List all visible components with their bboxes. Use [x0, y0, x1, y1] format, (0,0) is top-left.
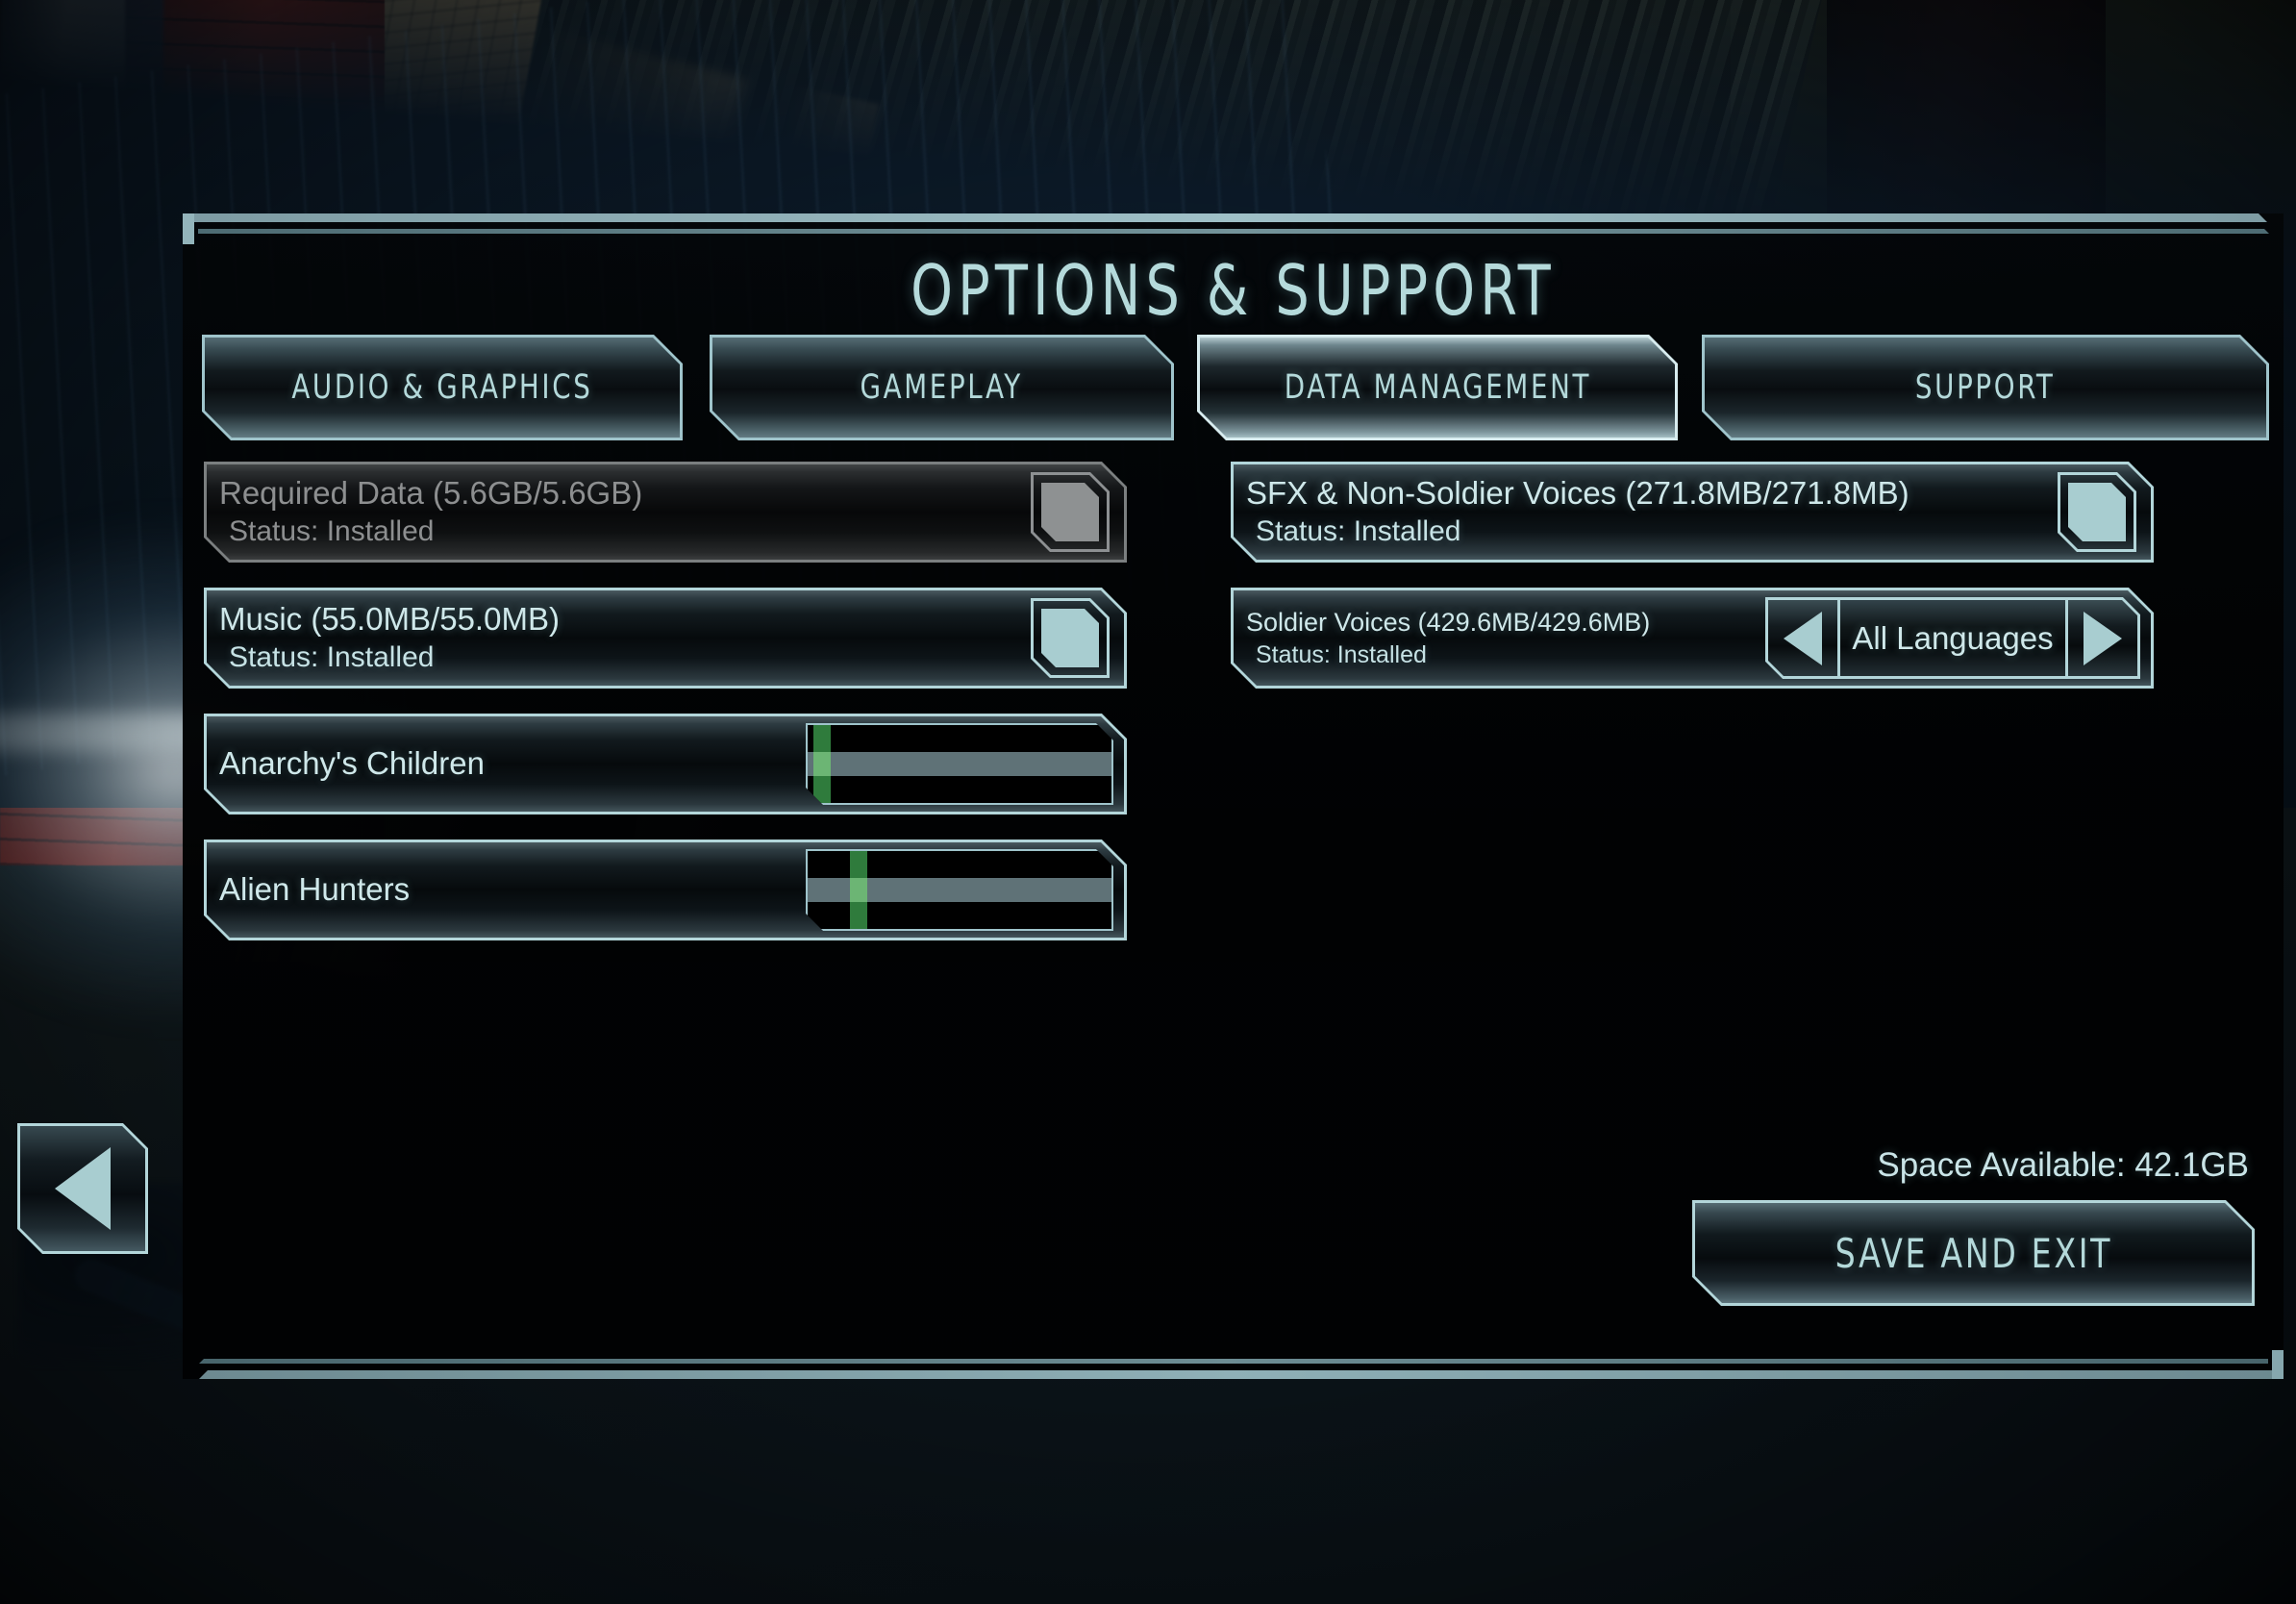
panel-frame-bottom-right-cap [2272, 1350, 2284, 1379]
row-text: Required Data (5.6GB/5.6GB) Status: Inst… [204, 473, 642, 551]
list-item-anarchys-children[interactable]: Anarchy's Children [204, 714, 1127, 815]
tab-label: AUDIO & GRAPHICS [291, 368, 593, 407]
language-value-label: All Languages [1852, 619, 2054, 656]
list-item-music[interactable]: Music (55.0MB/55.0MB) Status: Installed [204, 588, 1127, 689]
row-text: Anarchy's Children [204, 743, 485, 784]
language-stepper: All Languages [1765, 597, 2140, 679]
progress-band [808, 752, 1111, 777]
tab-label: DATA MANAGEMENT [1284, 368, 1591, 407]
back-button[interactable] [17, 1123, 148, 1254]
row-title: Required Data (5.6GB/5.6GB) [219, 475, 643, 512]
progress-marker [850, 851, 867, 929]
tab-bar: AUDIO & GRAPHICS GAMEPLAY DATA MANAGEMEN… [202, 335, 2269, 440]
checkbox-fill-icon [1041, 483, 1099, 541]
panel-frame-top-inner [198, 229, 2284, 234]
language-next-button[interactable] [2065, 597, 2140, 679]
row-text: Music (55.0MB/55.0MB) Status: Installed [204, 599, 560, 677]
row-title: SFX & Non-Soldier Voices (271.8MB/271.8M… [1246, 475, 1909, 512]
panel-frame-top-left-cap [183, 213, 194, 244]
save-and-exit-button[interactable]: SAVE AND EXIT [1692, 1200, 2255, 1306]
row-text: Soldier Voices (429.6MB/429.6MB) Status:… [1231, 606, 1650, 670]
row-text: Alien Hunters [204, 869, 410, 910]
checkbox-required-data[interactable] [1031, 472, 1110, 552]
panel-frame-bottom-outer [183, 1370, 2284, 1379]
tab-label: SUPPORT [1915, 368, 2056, 407]
list-item-sfx-voices[interactable]: SFX & Non-Soldier Voices (271.8MB/271.8M… [1231, 462, 2154, 563]
progress-marker [813, 725, 831, 803]
save-button-label: SAVE AND EXIT [1834, 1229, 2112, 1277]
left-data-list: Required Data (5.6GB/5.6GB) Status: Inst… [204, 462, 1127, 965]
triangle-right-icon [2084, 612, 2122, 665]
tab-gameplay[interactable]: GAMEPLAY [710, 335, 1174, 440]
row-status: Status: Installed [1256, 515, 1461, 548]
checkbox-fill-icon [1041, 609, 1099, 667]
progress-bar-alien-hunters [806, 849, 1113, 931]
row-title: Soldier Voices (429.6MB/429.6MB) [1246, 608, 1651, 638]
row-status: Status: Installed [229, 515, 435, 548]
language-value: All Languages [1840, 597, 2065, 679]
row-title: Alien Hunters [219, 871, 411, 908]
checkbox-fill-icon [2068, 483, 2126, 541]
page-title: OPTIONS & SUPPORT [911, 250, 1556, 331]
checkbox-sfx-voices[interactable] [2058, 472, 2136, 552]
language-prev-button[interactable] [1765, 597, 1840, 679]
progress-bar-anarchys-children [806, 723, 1113, 805]
checkbox-music[interactable] [1031, 598, 1110, 678]
list-item-alien-hunters[interactable]: Alien Hunters [204, 840, 1127, 940]
list-item-required-data[interactable]: Required Data (5.6GB/5.6GB) Status: Inst… [204, 462, 1127, 563]
right-data-list: SFX & Non-Soldier Voices (271.8MB/271.8M… [1231, 462, 2154, 714]
list-item-soldier-voices[interactable]: Soldier Voices (429.6MB/429.6MB) Status:… [1231, 588, 2154, 689]
panel-frame-top-outer [183, 213, 2284, 222]
row-title: Music (55.0MB/55.0MB) [219, 601, 560, 638]
row-text: SFX & Non-Soldier Voices (271.8MB/271.8M… [1231, 473, 1909, 551]
panel-frame-bottom-inner [183, 1359, 2268, 1364]
row-status: Status: Installed [229, 641, 435, 674]
row-title: Anarchy's Children [219, 745, 485, 782]
tab-label: GAMEPLAY [860, 368, 1024, 407]
space-available-label: Space Available: 42.1GB [1877, 1146, 2249, 1184]
tab-data-management[interactable]: DATA MANAGEMENT [1197, 335, 1678, 440]
options-panel: OPTIONS & SUPPORT AUDIO & GRAPHICS GAMEP… [183, 213, 2284, 1379]
tab-audio-graphics[interactable]: AUDIO & GRAPHICS [202, 335, 683, 440]
row-status: Status: Installed [1256, 640, 1427, 668]
triangle-left-icon [55, 1147, 111, 1230]
tab-support[interactable]: SUPPORT [1702, 335, 2269, 440]
triangle-left-icon [1784, 612, 1822, 665]
